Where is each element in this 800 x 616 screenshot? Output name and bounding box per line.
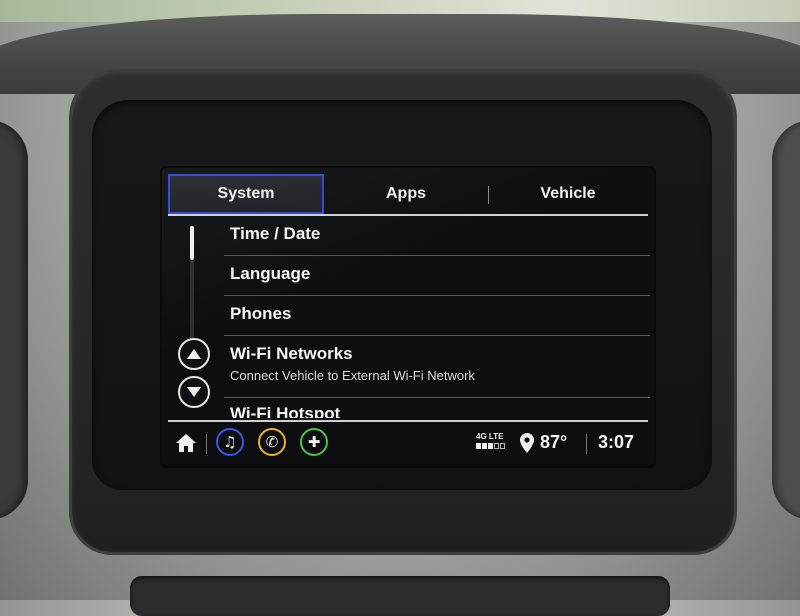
left-vent	[0, 120, 28, 520]
navigation-icon: ✚	[307, 433, 321, 451]
tab-vehicle[interactable]: Vehicle	[490, 174, 646, 214]
settings-tab-bar: System Apps Vehicle	[162, 174, 654, 216]
bottom-status-bar: ♫ ✆ ✚ 4G LTE 87° 3:07	[162, 422, 654, 466]
scroll-up-button[interactable]	[178, 338, 210, 370]
outside-temperature: 87°	[540, 432, 568, 452]
list-item-language[interactable]: Language	[224, 256, 650, 296]
location-pin-icon	[520, 433, 534, 453]
list-item-label: Phones	[230, 304, 292, 323]
music-note-icon: ♫	[223, 433, 237, 451]
list-item-label: Wi-Fi Hotspot	[230, 404, 341, 418]
list-item-subtitle: Connect Vehicle to External Wi-Fi Networ…	[230, 368, 475, 383]
signal-bar	[476, 443, 481, 449]
phone-icon: ✆	[265, 433, 279, 451]
scroll-down-button[interactable]	[178, 376, 210, 408]
navigation-button[interactable]: ✚	[300, 428, 328, 456]
list-item-label: Time / Date	[230, 224, 321, 243]
home-icon[interactable]	[174, 431, 198, 455]
right-vent	[772, 120, 800, 520]
list-item-label: Wi-Fi Networks	[230, 344, 353, 363]
list-item-wifi-hotspot[interactable]: Wi-Fi Hotspot	[224, 398, 650, 418]
network-type: 4G LTE	[476, 432, 504, 441]
phone-button[interactable]: ✆	[258, 428, 286, 456]
signal-strength	[476, 443, 505, 449]
infotainment-screen: System Apps Vehicle Time / Date Language…	[162, 168, 654, 466]
up-arrow-icon	[187, 349, 201, 359]
list-item-phones[interactable]: Phones	[224, 296, 650, 336]
bottom-bar-separator	[206, 434, 207, 454]
down-arrow-icon	[187, 387, 201, 397]
lower-panel-slot	[130, 576, 670, 616]
audio-button[interactable]: ♫	[216, 428, 244, 456]
clock: 3:07	[598, 432, 635, 452]
signal-bar	[482, 443, 487, 449]
signal-bar	[494, 443, 499, 449]
signal-bar	[500, 443, 505, 449]
list-item-label: Language	[230, 264, 311, 283]
tab-apps[interactable]: Apps	[328, 174, 484, 214]
scrollbar-thumb[interactable]	[190, 226, 194, 260]
tab-divider	[488, 186, 489, 204]
signal-bar	[488, 443, 493, 449]
tab-system[interactable]: System	[168, 174, 324, 214]
bottom-bar-separator	[586, 434, 587, 454]
system-settings-list: Time / Date Language Phones Wi-Fi Networ…	[224, 216, 650, 418]
list-item-wifi-networks[interactable]: Wi-Fi Networks Connect Vehicle to Extern…	[224, 336, 650, 398]
list-item-time-date[interactable]: Time / Date	[224, 216, 650, 256]
